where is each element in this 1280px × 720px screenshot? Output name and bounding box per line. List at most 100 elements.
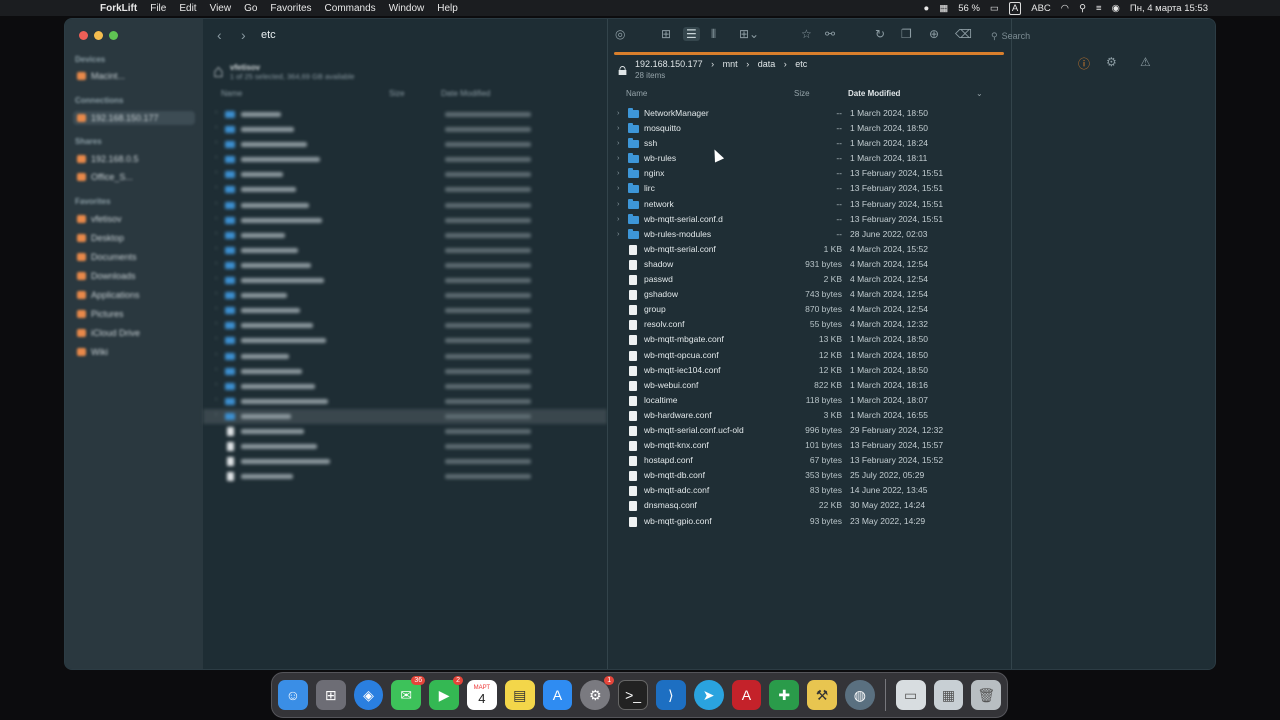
sidebar-item-desktop[interactable]: Desktop: [77, 233, 124, 243]
left-file-row[interactable]: [203, 439, 607, 454]
disclosure-chevron-icon[interactable]: ›: [215, 200, 217, 207]
left-file-row[interactable]: ›: [203, 258, 607, 273]
left-file-row[interactable]: ›: [203, 303, 607, 318]
warning-icon[interactable]: ⚠︎: [1140, 55, 1151, 69]
dock-telegram-icon[interactable]: ➤: [693, 680, 724, 710]
file-row[interactable]: wb-mqtt-iec104.conf 12 KB 1 March 2024, 18…: [608, 363, 1012, 378]
header-date[interactable]: Date Modified: [848, 89, 900, 98]
file-row[interactable]: wb-mqtt-knx.conf 101 bytes 13 February 202…: [608, 438, 1012, 453]
keyboard-icon[interactable]: A: [1008, 1, 1022, 15]
close-icon[interactable]: [79, 31, 88, 40]
disclosure-chevron-icon[interactable]: ›: [215, 396, 217, 403]
disclosure-chevron-icon[interactable]: ›: [215, 366, 217, 373]
file-row[interactable]: › mosquitto -- 1 March 2024, 18:50: [608, 121, 1012, 136]
view-icons-icon[interactable]: ⊞: [661, 27, 671, 41]
header-size[interactable]: Size: [794, 89, 810, 98]
disclosure-chevron-icon[interactable]: ›: [215, 275, 217, 282]
disclosure-chevron-icon[interactable]: ›: [617, 183, 620, 192]
disclosure-chevron-icon[interactable]: ›: [215, 260, 217, 267]
left-file-row[interactable]: ›: [203, 273, 607, 288]
file-row[interactable]: shadow 931 bytes 4 March 2024, 12:54: [608, 257, 1012, 272]
breadcrumb-data[interactable]: data: [758, 59, 776, 69]
battery-icon[interactable]: ▭: [990, 3, 999, 14]
menu-commands[interactable]: Commands: [325, 3, 376, 14]
sidebar-item-pictures[interactable]: Pictures: [77, 309, 124, 319]
disclosure-chevron-icon[interactable]: ›: [215, 320, 217, 327]
disclosure-chevron-icon[interactable]: ›: [617, 229, 620, 238]
sidebar-item-home[interactable]: vfetisov: [77, 214, 122, 224]
left-file-row[interactable]: ›: [203, 243, 607, 258]
left-header-size[interactable]: Size: [389, 89, 405, 98]
left-file-row[interactable]: ›: [203, 408, 607, 424]
left-file-row[interactable]: ›: [203, 364, 607, 379]
file-row[interactable]: wb-mqtt-gpio.conf 93 bytes 23 May 2022, 14…: [608, 514, 1012, 529]
file-row[interactable]: wb-webui.conf 822 KB 1 March 2024, 18:16: [608, 378, 1012, 393]
left-file-row[interactable]: ›: [203, 137, 607, 152]
left-file-row[interactable]: [203, 469, 607, 484]
file-row[interactable]: resolv.conf 55 bytes 4 March 2024, 12:32: [608, 317, 1012, 332]
breadcrumb-mnt[interactable]: mnt: [723, 59, 738, 69]
left-header-name[interactable]: Name: [221, 89, 242, 98]
left-file-row[interactable]: ›: [203, 107, 607, 122]
sync-icon[interactable]: ◎: [615, 27, 625, 41]
header-name[interactable]: Name: [626, 89, 647, 98]
search-input[interactable]: ⚲ Search: [991, 27, 1215, 45]
left-file-row[interactable]: ›: [203, 198, 607, 213]
disclosure-chevron-icon[interactable]: ›: [617, 138, 620, 147]
left-file-row[interactable]: ›: [203, 182, 607, 197]
disclosure-chevron-icon[interactable]: ›: [617, 168, 620, 177]
file-row[interactable]: localtime 118 bytes 1 March 2024, 18:07: [608, 393, 1012, 408]
sidebar-item-downloads[interactable]: Downloads: [77, 271, 136, 281]
sidebar-item-share-host[interactable]: 192.168.0.5: [77, 154, 139, 164]
dock-network-icon[interactable]: ◍: [844, 680, 875, 710]
sidebar-item-applications[interactable]: Applications: [77, 290, 140, 300]
sidebar-item-share-office[interactable]: Office_S...: [77, 172, 133, 182]
disclosure-chevron-icon[interactable]: ›: [215, 411, 217, 418]
file-row[interactable]: dnsmasq.conf 22 KB 30 May 2022, 14:24: [608, 498, 1012, 513]
disclosure-chevron-icon[interactable]: ›: [617, 123, 620, 132]
control-center-icon[interactable]: ≡: [1096, 3, 1102, 14]
file-row[interactable]: wb-mqtt-serial.conf.ucf-old 996 bytes 29 F…: [608, 423, 1012, 438]
sidebar-item-documents[interactable]: Documents: [77, 252, 137, 262]
zoom-icon[interactable]: [109, 31, 118, 40]
disclosure-chevron-icon[interactable]: ›: [215, 139, 217, 146]
disclosure-chevron-icon[interactable]: ›: [215, 335, 217, 342]
left-file-row[interactable]: ›: [203, 228, 607, 243]
disclosure-chevron-icon[interactable]: ›: [215, 169, 217, 176]
info-icon[interactable]: ⓘ: [1078, 55, 1090, 72]
disclosure-chevron-icon[interactable]: ›: [617, 199, 620, 208]
file-row[interactable]: › NetworkManager -- 1 March 2024, 18:50: [608, 106, 1012, 121]
file-row[interactable]: › ssh -- 1 March 2024, 18:24: [608, 136, 1012, 151]
dock-autocad-icon[interactable]: A: [731, 680, 762, 710]
file-row[interactable]: hostapd.conf 67 bytes 13 February 2024, 15…: [608, 453, 1012, 468]
dock-appstore-icon[interactable]: A: [542, 680, 573, 710]
left-file-row[interactable]: ›: [203, 394, 607, 409]
settings-icon[interactable]: ⚙︎: [1106, 55, 1117, 69]
disclosure-chevron-icon[interactable]: ›: [215, 154, 217, 161]
display-icon[interactable]: ▦: [939, 3, 948, 14]
group-menu-icon[interactable]: ⊞⌄: [739, 27, 759, 41]
favorite-star-icon[interactable]: ☆: [801, 27, 812, 41]
dock-finder-icon[interactable]: ☺: [278, 680, 308, 710]
left-file-row[interactable]: ›: [203, 152, 607, 167]
record-icon[interactable]: ●: [924, 3, 930, 14]
disclosure-chevron-icon[interactable]: ›: [215, 184, 217, 191]
keyboard-layout[interactable]: ABC: [1031, 3, 1051, 14]
file-row[interactable]: › wb-rules -- 1 March 2024, 18:11: [608, 151, 1012, 166]
menu-file[interactable]: File: [150, 3, 166, 14]
left-file-row[interactable]: [203, 424, 607, 439]
left-file-row[interactable]: [203, 454, 607, 469]
minimize-icon[interactable]: [94, 31, 103, 40]
file-row[interactable]: passwd 2 KB 4 March 2024, 12:54: [608, 272, 1012, 287]
menu-view[interactable]: View: [210, 3, 232, 14]
file-row[interactable]: group 870 bytes 4 March 2024, 12:54: [608, 302, 1012, 317]
new-folder-icon[interactable]: ⊕: [929, 27, 939, 41]
dock-forklift-icon[interactable]: ⚒: [807, 680, 837, 710]
menu-edit[interactable]: Edit: [179, 3, 196, 14]
siri-icon[interactable]: ◉: [1112, 3, 1120, 14]
forward-icon[interactable]: ›: [241, 27, 246, 43]
left-file-row[interactable]: ›: [203, 333, 607, 348]
left-file-row[interactable]: ›: [203, 379, 607, 394]
disclosure-chevron-icon[interactable]: ›: [617, 108, 620, 117]
file-row[interactable]: wb-mqtt-db.conf 353 bytes 25 July 2022, 05…: [608, 468, 1012, 483]
